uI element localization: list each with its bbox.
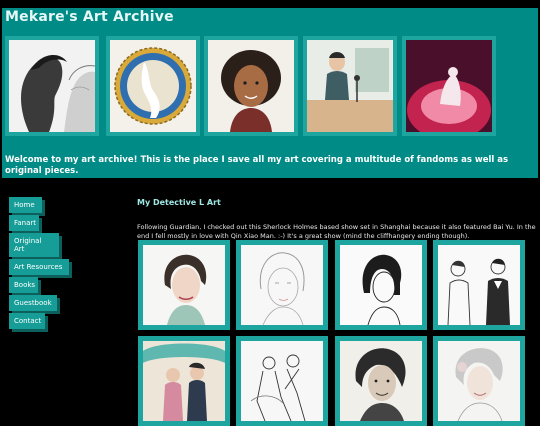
welcome-text: Welcome to my art archive! This is the p…: [5, 154, 509, 176]
post-body: Following Guardian, I checked out this S…: [137, 222, 536, 240]
site-header: Mekare's Art Archive Welcome to my art a…: [2, 8, 538, 178]
banner-thumb-2[interactable]: [106, 36, 200, 136]
nav-item-home[interactable]: Home: [9, 197, 42, 213]
gallery-thumb-2[interactable]: [236, 240, 328, 330]
nav-item-books[interactable]: Books: [9, 277, 38, 293]
artwork-image: [241, 245, 323, 325]
banner-thumb-1[interactable]: [5, 36, 99, 136]
artwork-image: [406, 40, 492, 132]
nav-item-fanart[interactable]: Fanart: [9, 215, 39, 231]
post-title[interactable]: My Detective L Art: [137, 198, 221, 207]
artwork-image: [438, 245, 520, 325]
site-title[interactable]: Mekare's Art Archive: [5, 9, 174, 25]
side-navigation: Home Fanart Original Art Art Resources B…: [9, 197, 89, 331]
nav-item-original-art[interactable]: Original Art: [9, 233, 59, 257]
artwork-image: [438, 341, 520, 421]
gallery-thumb-6[interactable]: [236, 336, 328, 426]
artwork-image: [307, 40, 393, 132]
artwork-image: [241, 341, 323, 421]
artwork-image: [340, 341, 422, 421]
artwork-image: [340, 245, 422, 325]
gallery-thumb-4[interactable]: [433, 240, 525, 330]
gallery-thumb-5[interactable]: [138, 336, 230, 426]
banner-thumb-4[interactable]: [303, 36, 397, 136]
banner-thumb-5[interactable]: [402, 36, 496, 136]
gallery-thumb-1[interactable]: [138, 240, 230, 330]
artwork-image: [110, 40, 196, 132]
gallery-thumb-3[interactable]: [335, 240, 427, 330]
nav-item-guestbook[interactable]: Guestbook: [9, 295, 57, 311]
gallery-thumb-7[interactable]: [335, 336, 427, 426]
artwork-image: [208, 40, 294, 132]
artwork-image: [9, 40, 95, 132]
banner-thumb-3[interactable]: [204, 36, 298, 136]
artwork-image: [143, 245, 225, 325]
nav-item-contact[interactable]: Contact: [9, 313, 45, 329]
nav-item-art-resources[interactable]: Art Resources: [9, 259, 69, 275]
gallery-thumb-8[interactable]: [433, 336, 525, 426]
artwork-image: [143, 341, 225, 421]
